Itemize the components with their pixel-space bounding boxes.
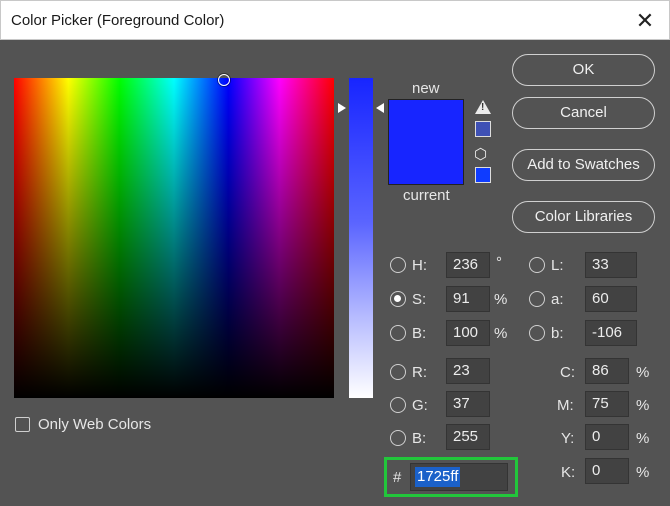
m-input[interactable]: 75 [585, 391, 629, 417]
close-icon[interactable]: ✕ [631, 7, 659, 35]
h-input[interactable]: 236 [446, 252, 490, 278]
color-field[interactable] [14, 74, 334, 398]
radio-g[interactable] [390, 397, 406, 413]
hue-slider[interactable] [349, 78, 373, 398]
current-color-swatch[interactable] [389, 142, 463, 184]
c-unit: % [636, 364, 650, 381]
radio-s[interactable] [390, 291, 406, 307]
radio-a[interactable] [529, 291, 545, 307]
current-label: current [403, 187, 450, 204]
lab-b-label: b: [551, 325, 564, 342]
g-label: G: [412, 397, 428, 414]
slider-handle-right-icon[interactable] [376, 103, 384, 113]
k-unit: % [636, 464, 650, 481]
color-field-marker[interactable] [218, 74, 230, 86]
m-label: M: [557, 397, 574, 414]
radio-lab-b[interactable] [529, 325, 545, 341]
hex-input[interactable]: 1725ff [410, 463, 508, 491]
l-label: L: [551, 257, 564, 274]
y-label: Y: [561, 430, 575, 447]
m-unit: % [636, 397, 650, 414]
only-web-colors-checkbox[interactable] [15, 417, 30, 432]
s-label: S: [412, 291, 427, 308]
y-unit: % [636, 430, 650, 447]
add-to-swatches-button[interactable]: Add to Swatches [512, 149, 655, 181]
rgb-b-input[interactable]: 255 [446, 424, 490, 450]
gamut-swatch[interactable] [475, 121, 491, 137]
l-input[interactable]: 33 [585, 252, 637, 278]
web-safe-swatch[interactable] [475, 167, 491, 183]
color-libraries-button[interactable]: Color Libraries [512, 201, 655, 233]
radio-rgb-b[interactable] [390, 430, 406, 446]
b-unit: % [494, 325, 508, 342]
radio-h[interactable] [390, 257, 406, 273]
y-input[interactable]: 0 [585, 424, 629, 450]
ok-button[interactable]: OK [512, 54, 655, 86]
radio-b[interactable] [390, 325, 406, 341]
cancel-button[interactable]: Cancel [512, 97, 655, 129]
h-unit: ° [496, 254, 502, 271]
b-label: B: [412, 325, 427, 342]
window-title: Color Picker (Foreground Color) [11, 12, 225, 29]
b-input[interactable]: 100 [446, 320, 490, 346]
cube-icon[interactable]: ⬡ [474, 145, 487, 163]
title-bar: Color Picker (Foreground Color) ✕ [0, 0, 670, 40]
a-input[interactable]: 60 [585, 286, 637, 312]
h-label: H: [412, 257, 427, 274]
slider-handle-left-icon[interactable] [338, 103, 346, 113]
c-input[interactable]: 86 [585, 358, 629, 384]
k-input[interactable]: 0 [585, 458, 629, 484]
new-color-swatch [389, 100, 463, 142]
warning-icon[interactable] [475, 100, 491, 114]
r-input[interactable]: 23 [446, 358, 490, 384]
radio-r[interactable] [390, 364, 406, 380]
hex-value: 1725ff [415, 467, 461, 487]
a-label: a: [551, 291, 564, 308]
c-label: C: [560, 364, 575, 381]
only-web-colors-label: Only Web Colors [38, 416, 152, 433]
rgb-b-label: B: [412, 430, 427, 447]
r-label: R: [412, 364, 427, 381]
s-input[interactable]: 91 [446, 286, 490, 312]
lab-b-input[interactable]: -106 [585, 320, 637, 346]
color-preview [388, 99, 464, 185]
new-label: new [412, 80, 440, 97]
k-label: K: [561, 464, 576, 481]
s-unit: % [494, 291, 508, 308]
g-input[interactable]: 37 [446, 391, 490, 417]
radio-l[interactable] [529, 257, 545, 273]
hex-label: # [393, 469, 402, 486]
